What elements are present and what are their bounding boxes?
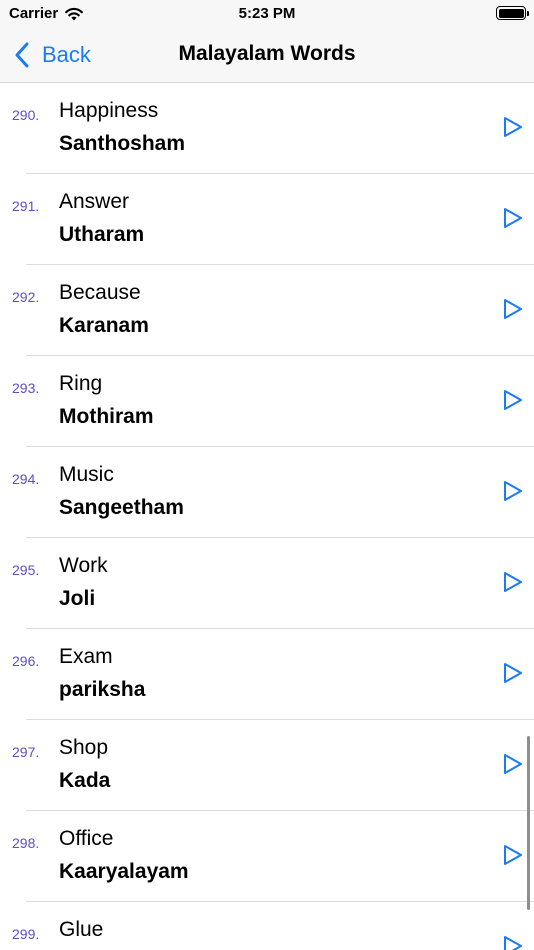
play-icon[interactable] <box>500 115 526 139</box>
english-word: Music <box>59 463 114 486</box>
navigation-bar: Back Malayalam Words <box>0 28 534 83</box>
status-time: 5:23 PM <box>238 5 296 22</box>
english-word: Shop <box>59 736 109 759</box>
word-number: 292. <box>12 289 40 305</box>
list-item[interactable]: 299. Glue <box>0 902 534 950</box>
play-icon[interactable] <box>500 661 526 685</box>
play-icon[interactable] <box>500 570 526 594</box>
english-word: Work <box>59 554 108 577</box>
word-number: 296. <box>12 653 40 669</box>
list-item[interactable]: 294. Music Sangeetham <box>0 447 534 538</box>
malayalam-word: Kaaryalayam <box>59 860 189 883</box>
malayalam-word: Sangeetham <box>59 496 184 519</box>
play-icon[interactable] <box>500 843 526 867</box>
word-number: 294. <box>12 471 40 487</box>
play-icon[interactable] <box>500 934 526 950</box>
english-word: Office <box>59 827 114 850</box>
malayalam-word: pariksha <box>59 678 146 701</box>
malayalam-word: Santhosham <box>59 132 186 155</box>
list-item[interactable]: 296. Exam pariksha <box>0 629 534 720</box>
malayalam-word: Joli <box>59 587 96 610</box>
malayalam-word: Mothiram <box>59 405 154 428</box>
english-word: Answer <box>59 190 130 213</box>
list-item[interactable]: 291. Answer Utharam <box>0 174 534 265</box>
play-icon[interactable] <box>500 388 526 412</box>
english-word: Happiness <box>59 99 159 122</box>
english-word: Ring <box>59 372 103 395</box>
english-word: Because <box>59 281 141 304</box>
list-item[interactable]: 293. Ring Mothiram <box>0 356 534 447</box>
battery-icon <box>496 6 529 20</box>
english-word: Glue <box>59 918 104 941</box>
word-number: 293. <box>12 380 40 396</box>
word-number: 291. <box>12 198 40 214</box>
battery-fill <box>498 8 524 18</box>
play-icon[interactable] <box>500 752 526 776</box>
english-word: Exam <box>59 645 113 668</box>
play-icon[interactable] <box>500 206 526 230</box>
list-item[interactable]: 295. Work Joli <box>0 538 534 629</box>
list-item[interactable]: 290. Happiness Santhosham <box>0 83 534 174</box>
list-item[interactable]: 292. Because Karanam <box>0 265 534 356</box>
word-list[interactable]: 290. Happiness Santhosham 291. Answer Ut… <box>0 83 534 950</box>
word-number: 299. <box>12 926 40 942</box>
page-title: Malayalam Words <box>178 42 356 65</box>
scrollbar[interactable] <box>527 736 530 910</box>
word-number: 290. <box>12 107 40 123</box>
word-number: 297. <box>12 744 40 760</box>
play-icon[interactable] <box>500 479 526 503</box>
word-number: 298. <box>12 835 40 851</box>
status-bar: Carrier 5:23 PM <box>0 0 534 28</box>
malayalam-word: Kada <box>59 769 111 792</box>
malayalam-word: Utharam <box>59 223 145 246</box>
play-icon[interactable] <box>500 297 526 321</box>
list-item[interactable]: 297. Shop Kada <box>0 720 534 811</box>
malayalam-word: Karanam <box>59 314 149 337</box>
list-item[interactable]: 298. Office Kaaryalayam <box>0 811 534 902</box>
word-number: 295. <box>12 562 40 578</box>
